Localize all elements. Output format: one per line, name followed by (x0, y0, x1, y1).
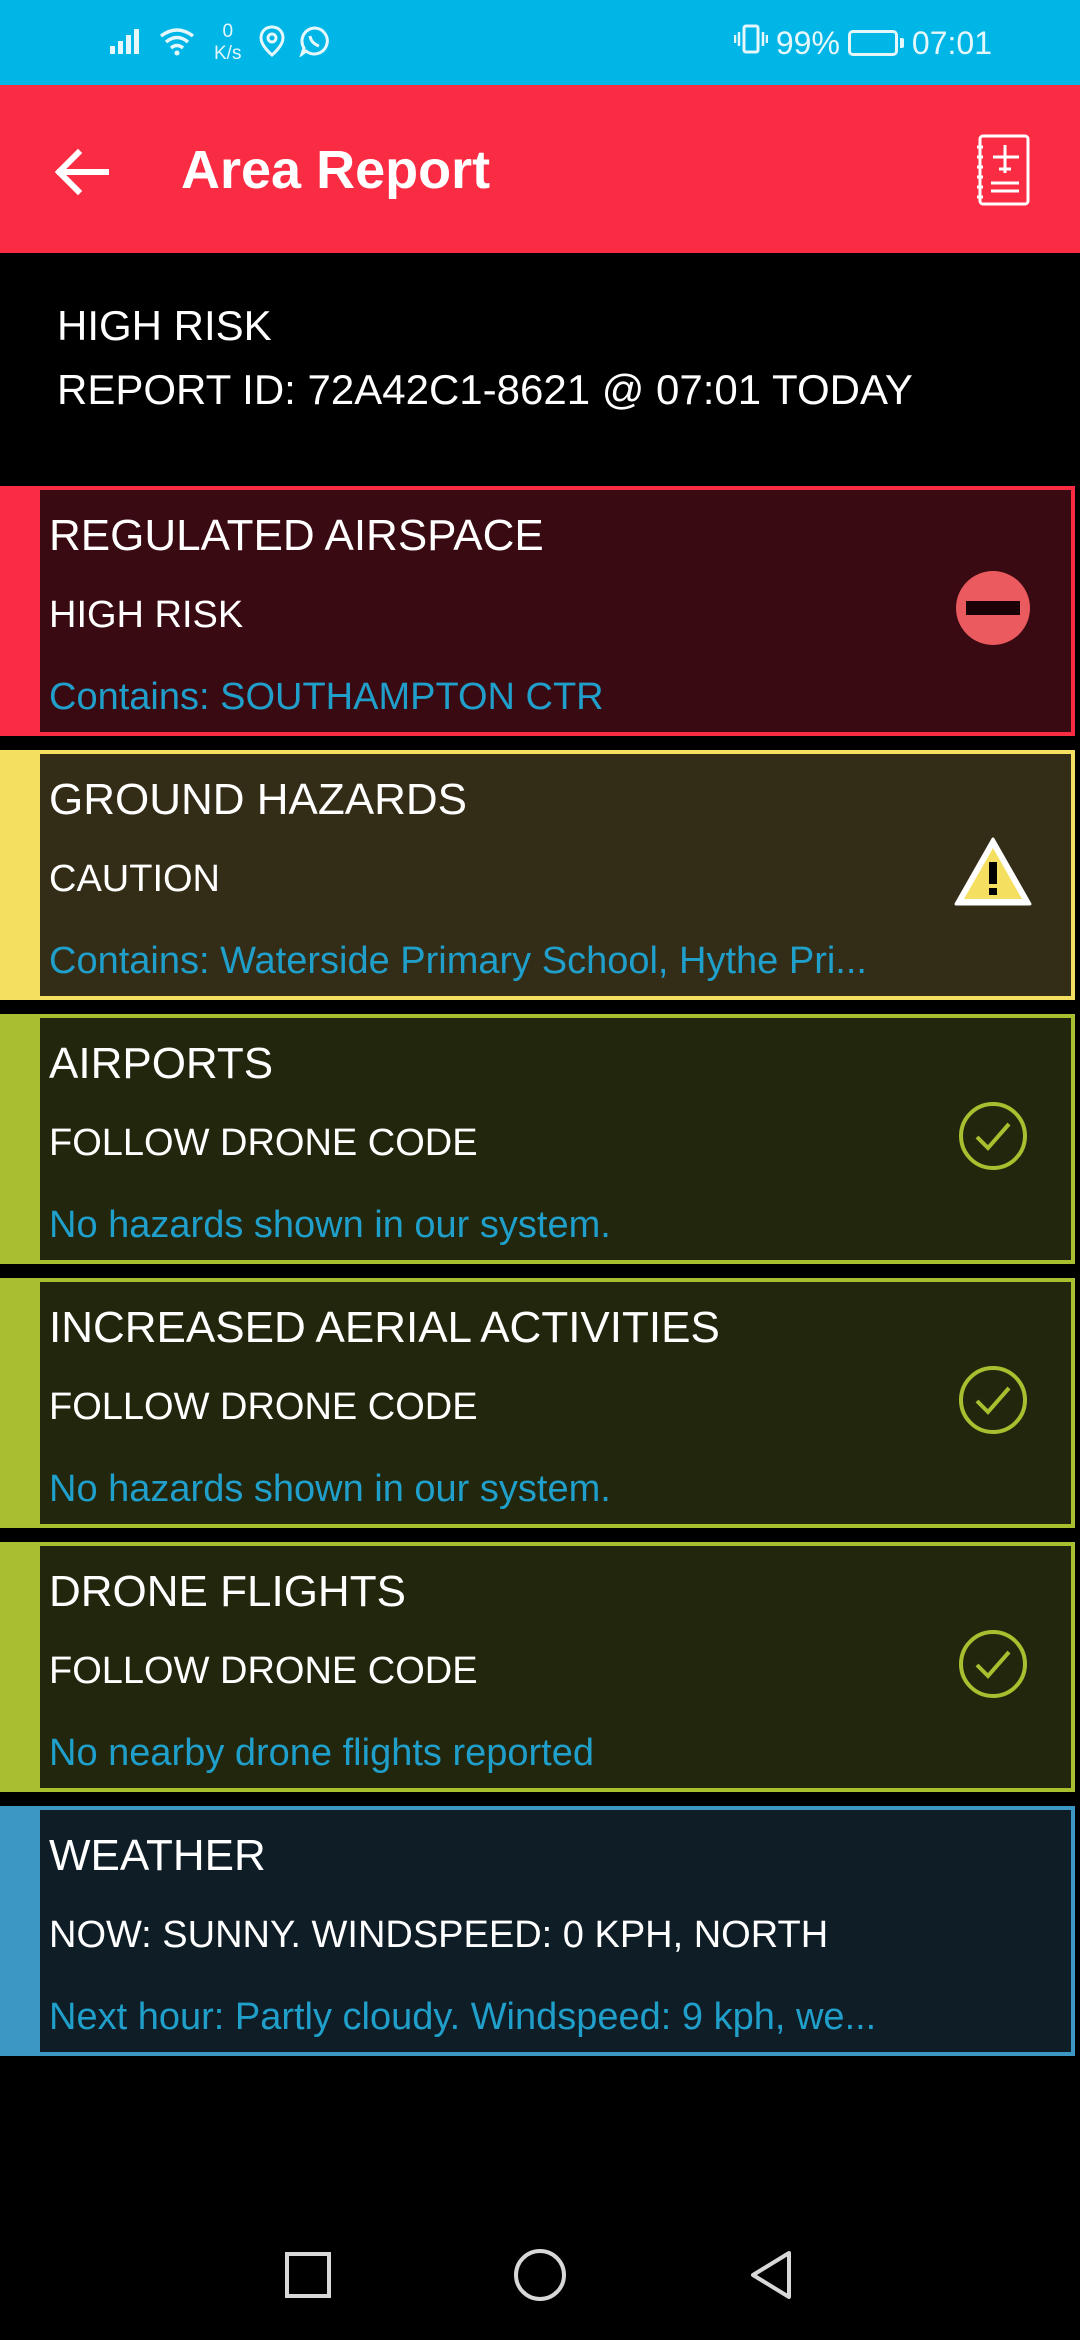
network-speed-value: 0 (222, 21, 234, 42)
check-circle-icon (951, 1094, 1035, 1178)
card-accent-strip (0, 1542, 36, 1792)
no-entry-icon (951, 566, 1035, 650)
card-title: AIRPORTS (49, 1039, 274, 1088)
app-bar: Area Report (0, 85, 1080, 253)
card-accent-strip (0, 1278, 36, 1528)
card-weather[interactable]: WEATHER NOW: SUNNY. WINDSPEED: 0 KPH, NO… (0, 1806, 1075, 2056)
card-detail: Contains: SOUTHAMPTON CTR (49, 676, 604, 718)
check-circle-icon (951, 1358, 1035, 1442)
back-nav-button[interactable] (730, 2235, 810, 2315)
card-increased-aerial-activities[interactable]: INCREASED AERIAL ACTIVITIES FOLLOW DRONE… (0, 1278, 1075, 1528)
card-title: GROUND HAZARDS (49, 775, 468, 824)
card-detail: Next hour: Partly cloudy. Windspeed: 9 k… (49, 1996, 877, 2038)
card-status: NOW: SUNNY. WINDSPEED: 0 KPH, NORTH (49, 1914, 829, 1956)
card-status: FOLLOW DRONE CODE (49, 1650, 478, 1692)
card-accent-strip (0, 1014, 36, 1264)
whatsapp-icon (299, 25, 331, 62)
logbook-icon (977, 134, 1030, 206)
card-title: INCREASED AERIAL ACTIVITIES (49, 1303, 720, 1352)
card-status: CAUTION (49, 858, 220, 900)
page-title: Area Report (181, 140, 491, 200)
report-summary: HIGH RISK REPORT ID: 72A42C1-8621 @ 07:0… (57, 294, 913, 422)
card-detail: No nearby drone flights reported (49, 1732, 594, 1774)
card-detail: Contains: Waterside Primary School, Hyth… (49, 940, 867, 982)
back-arrow-icon (54, 148, 109, 196)
card-title: WEATHER (49, 1831, 266, 1880)
wifi-icon (158, 26, 196, 61)
system-nav-bar (0, 2210, 1080, 2340)
warning-icon (951, 830, 1035, 914)
report-id: REPORT ID: 72A42C1-8621 @ 07:01 TODAY (57, 366, 913, 413)
square-icon (285, 2252, 331, 2298)
card-accent-strip (0, 486, 36, 736)
card-title: REGULATED AIRSPACE (49, 511, 544, 560)
recents-button[interactable] (268, 2235, 348, 2315)
network-speed: 0 K/s (214, 21, 241, 65)
card-accent-strip (0, 1806, 36, 2056)
card-status: FOLLOW DRONE CODE (49, 1122, 478, 1164)
vibrate-icon (733, 23, 769, 63)
clock: 07:01 (911, 24, 992, 61)
overall-risk: HIGH RISK (57, 302, 272, 349)
triangle-back-icon (751, 2251, 791, 2299)
logbook-button[interactable] (964, 125, 1044, 215)
status-bar: 0 K/s 99% 07:01 (0, 0, 1080, 85)
card-status: HIGH RISK (49, 594, 244, 636)
card-regulated-airspace[interactable]: REGULATED AIRSPACE HIGH RISK Contains: S… (0, 486, 1075, 736)
circle-icon (514, 2249, 566, 2301)
check-circle-icon (951, 1622, 1035, 1706)
card-accent-strip (0, 750, 36, 1000)
home-button[interactable] (500, 2235, 580, 2315)
card-status: FOLLOW DRONE CODE (49, 1386, 478, 1428)
battery-icon (847, 30, 904, 56)
card-title: DRONE FLIGHTS (49, 1567, 406, 1616)
card-ground-hazards[interactable]: GROUND HAZARDS CAUTION Contains: Watersi… (0, 750, 1075, 1000)
card-drone-flights[interactable]: DRONE FLIGHTS FOLLOW DRONE CODE No nearb… (0, 1542, 1075, 1792)
card-detail: No hazards shown in our system. (49, 1468, 611, 1510)
network-speed-unit: K/s (214, 43, 242, 64)
location-icon (259, 24, 285, 62)
battery-percent: 99% (775, 24, 840, 61)
signal-icon (108, 26, 144, 61)
back-button[interactable] (40, 130, 124, 214)
card-detail: No hazards shown in our system. (49, 1204, 611, 1246)
card-airports[interactable]: AIRPORTS FOLLOW DRONE CODE No hazards sh… (0, 1014, 1075, 1264)
